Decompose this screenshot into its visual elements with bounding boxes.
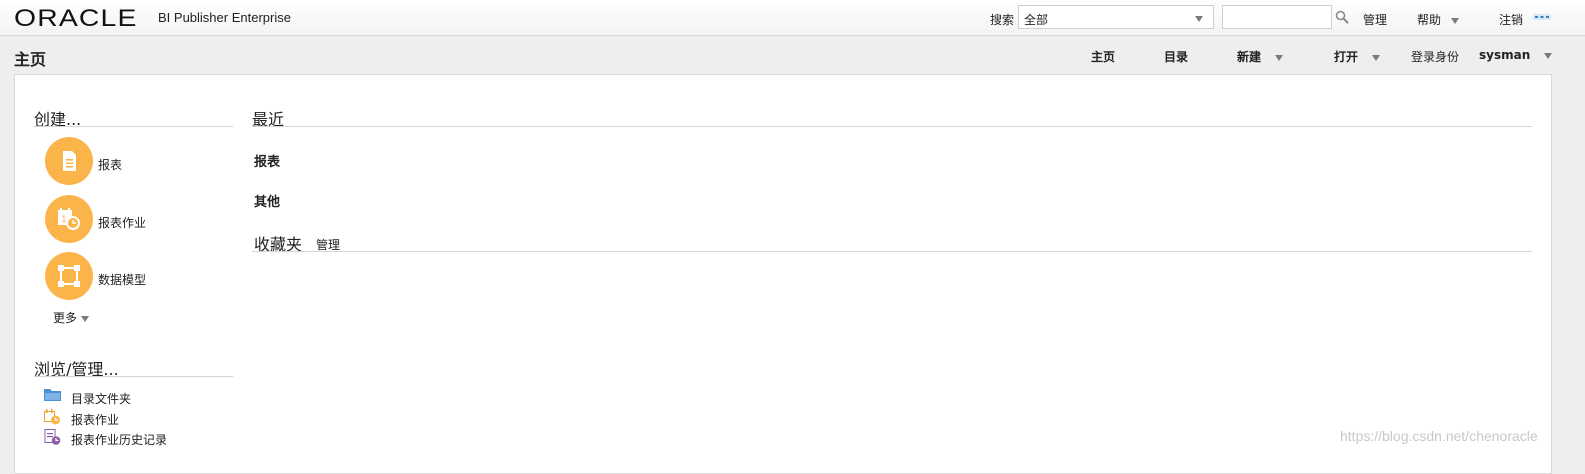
browse-job-history[interactable]: 报表作业历史记录	[44, 428, 244, 448]
oracle-logo[interactable]: ORACLE	[14, 5, 138, 33]
global-header: ORACLE BI Publisher Enterprise 搜索 全部 管理 …	[0, 0, 1585, 36]
main-panel: 创建... 报表 1 报表作业 数据模型 更多 浏览/管理... 目录文件夹 报…	[14, 74, 1552, 474]
nav-home[interactable]: 主页	[1091, 48, 1115, 65]
search-scope-value: 全部	[1024, 13, 1049, 27]
page-title: 主页	[14, 50, 47, 69]
signed-in-label: 登录身份	[1411, 50, 1460, 64]
job-history-icon	[44, 429, 61, 445]
user-menu[interactable]: sysman	[1479, 48, 1553, 62]
browse-item-label[interactable]: 报表作业	[71, 411, 119, 428]
divider	[252, 126, 1532, 127]
nav-open-label: 打开	[1334, 50, 1359, 64]
watermark: https://blog.csdn.net/chenoracle	[1340, 428, 1538, 444]
page-header: 主页 主页 目录 新建 打开 登录身份 sysman	[0, 36, 1585, 74]
create-item-label[interactable]: 报表	[98, 156, 122, 173]
svg-text:1: 1	[61, 215, 67, 225]
search-scope-select[interactable]: 全部	[1018, 5, 1214, 29]
divider	[34, 376, 233, 377]
report-icon[interactable]	[45, 137, 93, 185]
browse-item-label[interactable]: 报表作业历史记录	[71, 431, 167, 448]
report-job-icon[interactable]: 1	[45, 195, 93, 243]
create-report-job[interactable]: 1 报表作业	[45, 195, 225, 243]
chevron-down-icon	[1451, 17, 1460, 24]
divider	[34, 126, 233, 127]
chevron-down-icon	[81, 315, 90, 322]
data-model-icon[interactable]	[45, 252, 93, 300]
recent-other-heading: 其他	[254, 195, 281, 210]
more-options-icon[interactable]	[1533, 14, 1551, 20]
create-item-label[interactable]: 数据模型	[98, 271, 146, 288]
divider	[252, 251, 1532, 252]
nav-new-label: 新建	[1237, 50, 1262, 64]
report-job-icon	[44, 409, 60, 425]
browse-catalog-folders[interactable]: 目录文件夹	[44, 387, 244, 407]
signout-link[interactable]: 注销	[1499, 11, 1523, 28]
user-name: sysman	[1479, 48, 1531, 62]
chevron-down-icon	[1544, 52, 1553, 59]
search-label: 搜索	[990, 13, 1015, 27]
browse-item-label[interactable]: 目录文件夹	[71, 390, 131, 407]
admin-link[interactable]: 管理	[1363, 11, 1387, 28]
chevron-down-icon[interactable]	[1195, 16, 1203, 22]
search-input[interactable]	[1222, 5, 1332, 29]
nav-open-menu[interactable]: 打开	[1334, 48, 1381, 65]
chevron-down-icon	[1372, 54, 1381, 61]
help-menu[interactable]: 帮助	[1417, 11, 1460, 28]
chevron-down-icon	[1275, 54, 1284, 61]
create-report[interactable]: 报表	[45, 137, 225, 185]
create-data-model[interactable]: 数据模型	[45, 252, 225, 300]
folder-icon	[44, 389, 61, 401]
more-label: 更多	[53, 311, 78, 325]
search-icon[interactable]	[1335, 10, 1349, 24]
create-item-label[interactable]: 报表作业	[98, 214, 146, 231]
help-label: 帮助	[1417, 13, 1442, 27]
recent-reports-heading: 报表	[254, 155, 281, 170]
nav-catalog[interactable]: 目录	[1164, 48, 1188, 65]
nav-new-menu[interactable]: 新建	[1237, 48, 1284, 65]
product-name: BI Publisher Enterprise	[158, 10, 291, 25]
browse-report-jobs[interactable]: 报表作业	[44, 408, 244, 428]
create-more-menu[interactable]: 更多	[53, 309, 90, 326]
